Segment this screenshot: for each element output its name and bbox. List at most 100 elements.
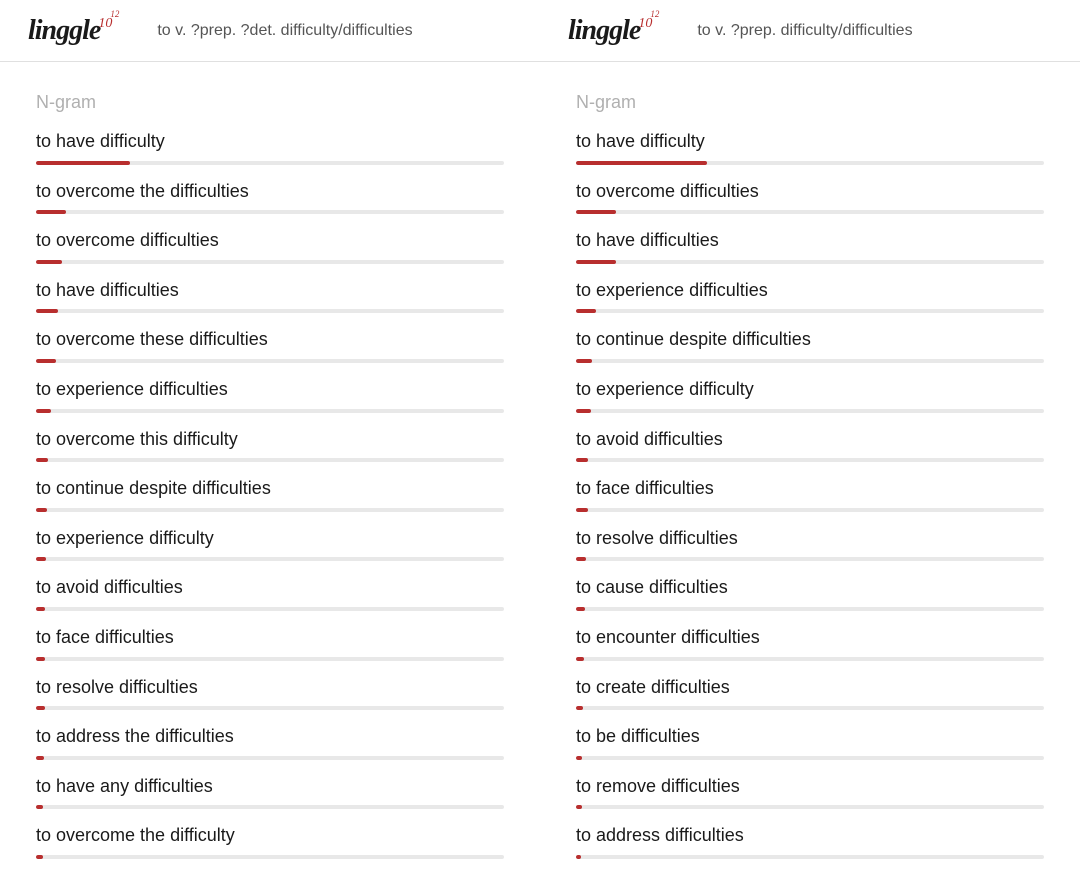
- ngram-item[interactable]: to continue despite difficulties: [576, 329, 1044, 363]
- ngram-bar-fill: [36, 657, 45, 661]
- ngram-text: to remove difficulties: [576, 776, 1044, 798]
- ngram-bar-fill: [576, 607, 585, 611]
- ngram-item[interactable]: to avoid difficulties: [36, 577, 504, 611]
- ngram-text: to avoid difficulties: [36, 577, 504, 599]
- ngram-bar-track: [36, 557, 504, 561]
- results-left: N-gram to have difficulty to overcome the…: [0, 62, 540, 875]
- ngram-bar-track: [36, 309, 504, 313]
- ngram-item[interactable]: to have difficulties: [36, 280, 504, 314]
- ngram-item[interactable]: to overcome difficulties: [576, 181, 1044, 215]
- ngram-bar-fill: [36, 409, 51, 413]
- ngram-bar-fill: [576, 458, 588, 462]
- ngram-bar-fill: [36, 855, 43, 859]
- logo[interactable]: linggle 10 12: [568, 15, 663, 47]
- ngram-text: to be difficulties: [576, 726, 1044, 748]
- ngram-item[interactable]: to create difficulties: [576, 677, 1044, 711]
- ngram-item[interactable]: to remove difficulties: [576, 776, 1044, 810]
- ngram-bar-fill: [576, 210, 616, 214]
- ngram-item[interactable]: to face difficulties: [576, 478, 1044, 512]
- ngram-bar-fill: [576, 309, 596, 313]
- ngram-list-left: to have difficulty to overcome the diffic…: [36, 131, 504, 859]
- ngram-text: to experience difficulties: [36, 379, 504, 401]
- ngram-item[interactable]: to experience difficulty: [36, 528, 504, 562]
- ngram-item[interactable]: to resolve difficulties: [576, 528, 1044, 562]
- ngram-bar-fill: [36, 309, 58, 313]
- ngram-list-right: to have difficulty to overcome difficulti…: [576, 131, 1044, 859]
- ngram-bar-track: [576, 409, 1044, 413]
- section-title-right: N-gram: [576, 92, 1044, 113]
- ngram-text: to have difficulty: [36, 131, 504, 153]
- results-right: N-gram to have difficulty to overcome dif…: [540, 62, 1080, 875]
- ngram-text: to continue despite difficulties: [36, 478, 504, 500]
- ngram-bar-fill: [36, 557, 46, 561]
- ngram-item[interactable]: to have any difficulties: [36, 776, 504, 810]
- ngram-item[interactable]: to overcome the difficulty: [36, 825, 504, 859]
- ngram-bar-track: [576, 508, 1044, 512]
- ngram-bar-track: [36, 805, 504, 809]
- ngram-item[interactable]: to overcome difficulties: [36, 230, 504, 264]
- ngram-item[interactable]: to cause difficulties: [576, 577, 1044, 611]
- ngram-item[interactable]: to resolve difficulties: [36, 677, 504, 711]
- header-right: linggle 10 12: [540, 0, 1080, 62]
- ngram-item[interactable]: to have difficulty: [576, 131, 1044, 165]
- header-left: linggle 10 12: [0, 0, 540, 62]
- ngram-bar-fill: [576, 657, 584, 661]
- ngram-bar-track: [36, 359, 504, 363]
- ngram-text: to address the difficulties: [36, 726, 504, 748]
- ngram-item[interactable]: to overcome this difficulty: [36, 429, 504, 463]
- ngram-item[interactable]: to overcome these difficulties: [36, 329, 504, 363]
- ngram-bar-track: [36, 706, 504, 710]
- ngram-item[interactable]: to experience difficulties: [36, 379, 504, 413]
- ngram-bar-track: [576, 855, 1044, 859]
- logo[interactable]: linggle 10 12: [28, 15, 123, 47]
- ngram-bar-track: [36, 657, 504, 661]
- ngram-text: to have any difficulties: [36, 776, 504, 798]
- ngram-bar-fill: [576, 706, 583, 710]
- ngram-text: to overcome the difficulty: [36, 825, 504, 847]
- ngram-item[interactable]: to experience difficulties: [576, 280, 1044, 314]
- ngram-item[interactable]: to experience difficulty: [576, 379, 1044, 413]
- ngram-item[interactable]: to address difficulties: [576, 825, 1044, 859]
- logo-exponent-sup: 12: [650, 9, 659, 19]
- ngram-bar-track: [36, 409, 504, 413]
- ngram-item[interactable]: to avoid difficulties: [576, 429, 1044, 463]
- ngram-text: to experience difficulty: [36, 528, 504, 550]
- ngram-bar-track: [36, 855, 504, 859]
- ngram-bar-fill: [36, 359, 56, 363]
- ngram-bar-track: [576, 260, 1044, 264]
- ngram-bar-track: [576, 706, 1044, 710]
- ngram-text: to face difficulties: [36, 627, 504, 649]
- ngram-bar-fill: [576, 508, 588, 512]
- ngram-item[interactable]: to encounter difficulties: [576, 627, 1044, 661]
- ngram-text: to have difficulties: [36, 280, 504, 302]
- ngram-bar-track: [576, 210, 1044, 214]
- right-panel: linggle 10 12 N-gram to have difficultyt…: [540, 0, 1080, 886]
- section-title-left: N-gram: [36, 92, 504, 113]
- ngram-bar-track: [576, 458, 1044, 462]
- ngram-item[interactable]: to be difficulties: [576, 726, 1044, 760]
- left-panel: linggle 10 12 N-gram to have difficultyt…: [0, 0, 540, 886]
- ngram-bar-track: [576, 161, 1044, 165]
- ngram-bar-fill: [576, 161, 707, 165]
- ngram-text: to face difficulties: [576, 478, 1044, 500]
- ngram-item[interactable]: to have difficulties: [576, 230, 1044, 264]
- ngram-item[interactable]: to continue despite difficulties: [36, 478, 504, 512]
- logo-exponent-sup: 12: [110, 9, 119, 19]
- ngram-item[interactable]: to have difficulty: [36, 131, 504, 165]
- ngram-item[interactable]: to address the difficulties: [36, 726, 504, 760]
- ngram-text: to create difficulties: [576, 677, 1044, 699]
- search-input-left[interactable]: [143, 11, 530, 51]
- ngram-bar-fill: [576, 557, 586, 561]
- search-input-right[interactable]: [683, 11, 1070, 51]
- ngram-text: to encounter difficulties: [576, 627, 1044, 649]
- ngram-item[interactable]: to face difficulties: [36, 627, 504, 661]
- ngram-text: to have difficulty: [576, 131, 1044, 153]
- ngram-bar-fill: [36, 458, 48, 462]
- logo-text: linggle: [28, 15, 100, 47]
- ngram-bar-fill: [576, 260, 616, 264]
- ngram-bar-track: [576, 309, 1044, 313]
- ngram-bar-track: [576, 657, 1044, 661]
- ngram-bar-fill: [36, 210, 66, 214]
- ngram-bar-fill: [576, 805, 582, 809]
- ngram-item[interactable]: to overcome the difficulties: [36, 181, 504, 215]
